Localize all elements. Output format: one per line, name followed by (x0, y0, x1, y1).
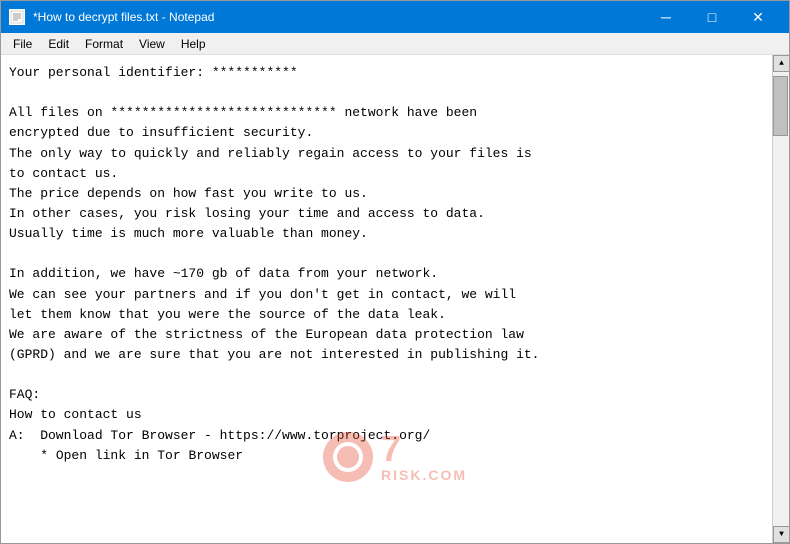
scroll-track[interactable] (773, 72, 789, 526)
title-bar: *How to decrypt files.txt - Notepad ─ □ … (1, 1, 789, 33)
menu-view[interactable]: View (131, 35, 173, 53)
text-content[interactable]: Your personal identifier: *********** Al… (1, 55, 772, 543)
scroll-thumb[interactable] (773, 76, 788, 136)
content-container: Your personal identifier: *********** Al… (1, 55, 789, 543)
minimize-button[interactable]: ─ (643, 1, 689, 33)
scrollbar[interactable]: ▲ ▼ (772, 55, 789, 543)
menu-file[interactable]: File (5, 35, 40, 53)
scroll-up-button[interactable]: ▲ (773, 55, 789, 72)
scroll-down-button[interactable]: ▼ (773, 526, 789, 543)
menu-edit[interactable]: Edit (40, 35, 77, 53)
text-editor-area: Your personal identifier: *********** Al… (1, 55, 789, 543)
window-title: *How to decrypt files.txt - Notepad (33, 10, 643, 24)
maximize-button[interactable]: □ (689, 1, 735, 33)
notepad-icon (9, 9, 25, 25)
menu-bar: File Edit Format View Help (1, 33, 789, 55)
menu-help[interactable]: Help (173, 35, 214, 53)
window-controls: ─ □ ✕ (643, 1, 781, 33)
menu-format[interactable]: Format (77, 35, 131, 53)
close-button[interactable]: ✕ (735, 1, 781, 33)
notepad-window: *How to decrypt files.txt - Notepad ─ □ … (0, 0, 790, 544)
